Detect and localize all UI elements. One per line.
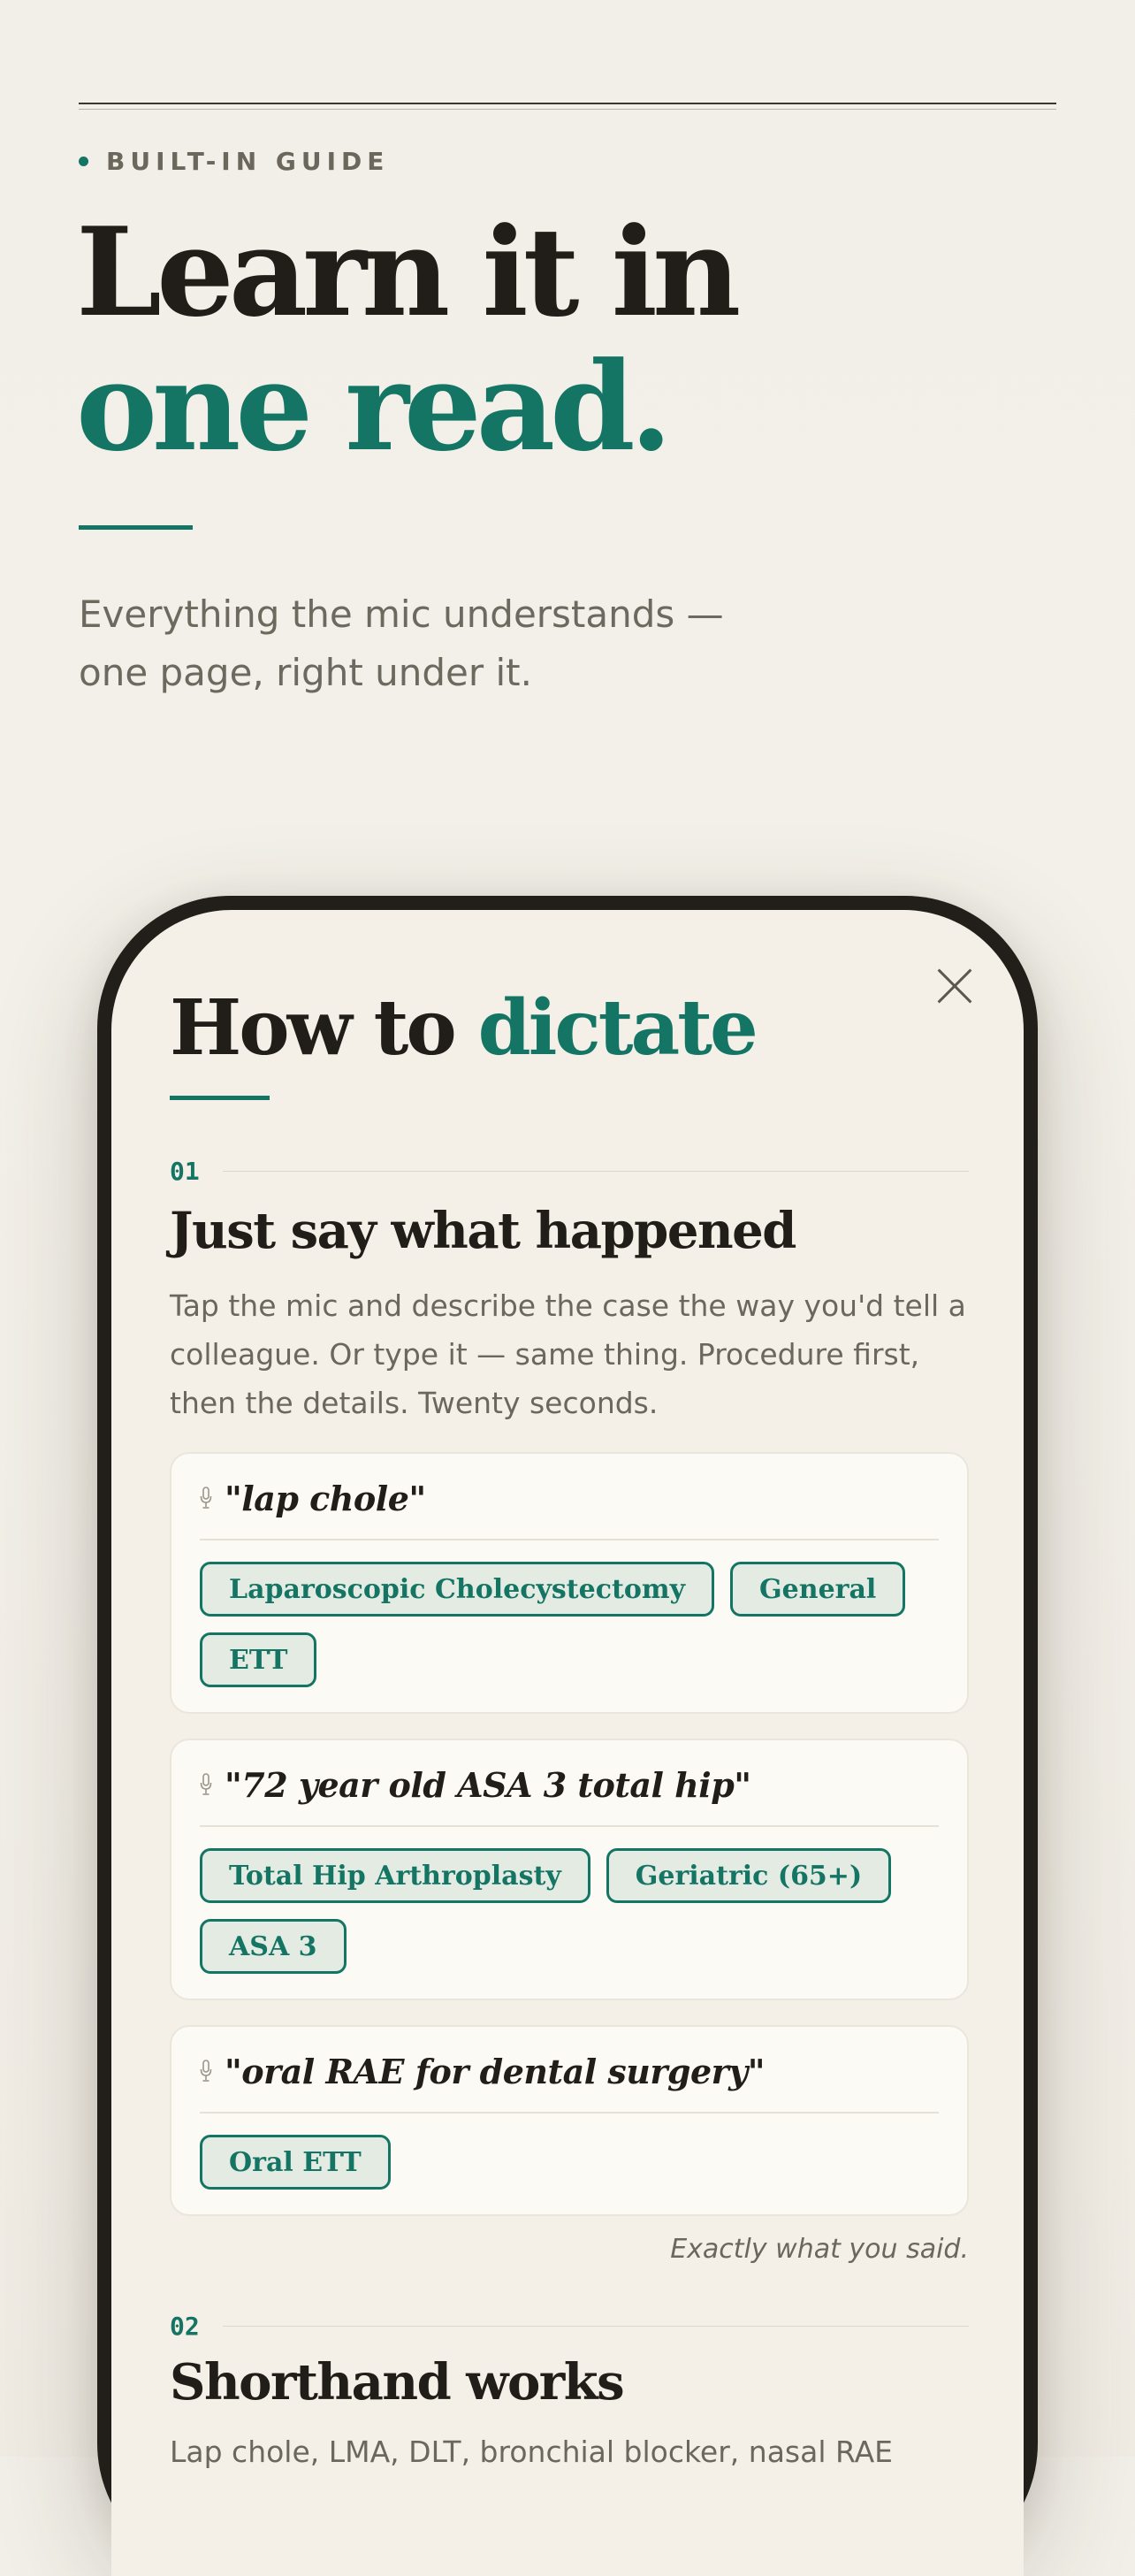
step-1: 01 Just say what happened Tap the mic an…	[170, 1156, 969, 2265]
sheet-title: How to dictate	[170, 983, 758, 1073]
chip-procedure[interactable]: Laparoscopic Cholecystectomy	[200, 1562, 715, 1617]
chip-airway[interactable]: ETT	[200, 1632, 317, 1687]
example-card-3: "oral RAE for dental surgery" Oral ETT	[170, 2025, 969, 2216]
phone-frame: How to dictate 01 Just say what happened…	[97, 896, 1038, 2576]
chip-asa[interactable]: ASA 3	[200, 1919, 347, 1974]
hero-title: Learn it in one read.	[76, 205, 741, 478]
example-quote-row: "lap chole"	[200, 1470, 939, 1540]
eyebrow-dot-icon	[79, 157, 88, 166]
close-icon[interactable]	[935, 967, 974, 1005]
example-chips: Total Hip Arthroplasty Geriatric (65+) A…	[200, 1848, 939, 1974]
step-2-divider	[222, 2325, 969, 2327]
example-chips: Oral ETT	[200, 2135, 939, 2190]
step-2-header: 02	[170, 2311, 969, 2341]
eyebrow: BUILT-IN GUIDE	[79, 147, 389, 176]
step-1-header: 01	[170, 1156, 969, 1186]
example-card-1: "lap chole" Laparoscopic Cholecystectomy…	[170, 1452, 969, 1714]
step-1-divider	[222, 1170, 969, 1172]
chip-population[interactable]: Geriatric (65+)	[606, 1848, 892, 1903]
example-quote-row: "oral RAE for dental surgery"	[200, 2043, 939, 2114]
mic-icon	[200, 2060, 212, 2082]
step-1-caption: Exactly what you said.	[670, 2234, 969, 2265]
example-quote: "72 year old ASA 3 total hip"	[225, 1764, 751, 1805]
step-2-title: Shorthand works	[170, 2353, 625, 2412]
guide-content: 01 Just say what happened Tap the mic an…	[170, 1156, 969, 2476]
sheet-title-main: How to	[170, 983, 478, 1073]
eyebrow-label: BUILT-IN GUIDE	[106, 147, 390, 176]
step-2-number: 02	[170, 2311, 200, 2341]
header-double-rule	[79, 103, 1056, 111]
hero-subtitle: Everything the mic understands — one pag…	[79, 592, 724, 694]
step-1-title: Just say what happened	[170, 1202, 796, 1260]
step-2-body: Lap chole, LMA, DLT, bronchial blocker, …	[170, 2435, 894, 2469]
example-quote: "lap chole"	[225, 1478, 426, 1518]
example-quote-row: "72 year old ASA 3 total hip"	[200, 1756, 939, 1827]
guide-sheet: How to dictate 01 Just say what happened…	[111, 910, 1024, 2576]
hero-title-line1: Learn it in	[76, 200, 741, 344]
hero-accent-rule	[79, 525, 193, 530]
chip-specialty[interactable]: General	[730, 1562, 906, 1617]
example-quote: "oral RAE for dental surgery"	[225, 2051, 766, 2091]
step-1-number: 01	[170, 1156, 200, 1186]
hero-title-line2: one read.	[76, 334, 673, 478]
chip-procedure[interactable]: Total Hip Arthroplasty	[200, 1848, 590, 1903]
step-2: 02 Shorthand works Lap chole, LMA, DLT, …	[170, 2312, 969, 2476]
step-1-body: Tap the mic and describe the case the wa…	[170, 1288, 966, 1420]
chip-airway[interactable]: Oral ETT	[200, 2135, 391, 2190]
mic-icon	[200, 1773, 212, 1795]
sheet-title-accent: dictate	[477, 983, 758, 1073]
mic-icon	[200, 1487, 212, 1509]
example-chips: Laparoscopic Cholecystectomy General ETT	[200, 1562, 939, 1687]
example-card-2: "72 year old ASA 3 total hip" Total Hip …	[170, 1739, 969, 2000]
sheet-title-rule	[170, 1096, 270, 1100]
